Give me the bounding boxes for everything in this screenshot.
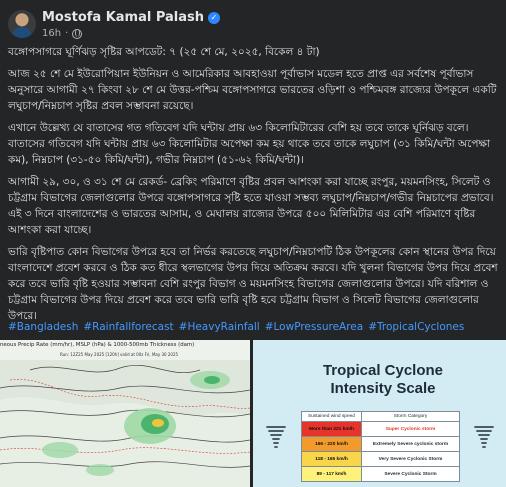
meta-separator: · [65,28,69,39]
cyclone-scale-image[interactable]: Tropical Cyclone Intensity Scale Sustain… [253,340,506,487]
cyclone-icon [474,426,494,448]
scale-header-row: Sustained wind speed Storm Category [301,411,460,422]
hashtag-list: #Bangladesh #Rainfallforecast #HeavyRain… [8,320,464,334]
forecast-map-image[interactable]: neous Precip Rate (mm/hr), MSLP (hPa) & … [0,340,250,487]
scale-title: Tropical Cyclone Intensity Scale [322,362,444,397]
scale-row: 89 - 117 km/h Severe Cyclonic Storm [301,466,460,482]
facebook-post: Mostofa Kamal Palash ✓ 16h · বঙ্গোপসাগরে… [0,0,506,487]
hashtag-link[interactable]: #Rainfallforecast [83,320,173,334]
scale-speed: 166 - 220 km/h [301,436,362,452]
hashtag-link[interactable]: #LowPressureArea [265,320,363,334]
map-title: neous Precip Rate (mm/hr), MSLP (hPa) & … [0,342,195,348]
scale-speed: More than 221 km/h [301,421,362,437]
verified-badge-icon: ✓ [208,11,221,24]
post-body: বঙ্গোপসাগরে ঘূর্ণিঝড় সৃষ্টির আপডেট: ৭ (… [8,44,502,330]
post-images: neous Precip Rate (mm/hr), MSLP (hPa) & … [0,340,506,487]
forecast-map-graphic [0,340,250,487]
map-subtitle: Run: 12Z25 May 2025 [120h] valid at 00z … [60,352,179,357]
scale-speed: 118 - 165 km/h [301,451,362,467]
hashtag-link[interactable]: #Bangladesh [8,320,78,334]
post-meta: 16h · [42,28,83,39]
scale-category: Super Cyclonic storm [361,421,460,437]
post-paragraph-1: বঙ্গোপসাগরে ঘূর্ণিঝড় সৃষ্টির আপডেট: ৭ (… [8,46,320,58]
scale-header-speed: Sustained wind speed [301,411,362,422]
post-header: Mostofa Kamal Palash ✓ 16h · [0,0,506,46]
scale-speed: 89 - 117 km/h [301,466,362,482]
scale-row: 118 - 165 km/h Very Severe Cyclonic Stor… [301,451,460,467]
scale-category: Severe Cyclonic Storm [361,466,460,482]
avatar[interactable] [8,10,36,38]
post-paragraph-4: আগামী ২৯, ৩০, ও ৩১ শে মে রেকর্ড- ব্রেকিং… [8,176,494,236]
post-paragraph-5: ভারি বৃষ্টিপাত কোন বিভাগের উপরে হবে তা ন… [8,246,498,322]
scale-row: More than 221 km/h Super Cyclonic storm [301,421,460,437]
post-paragraph-3: এখানে উল্লেখ্য যে বাতাসের গত গতিবেগ যদি … [8,122,491,166]
hashtag-link[interactable]: #TropicalCyclones [368,320,464,334]
scale-table: Sustained wind speed Storm Category More… [301,411,460,482]
scale-header-category: Storm Category [361,411,460,422]
author-name[interactable]: Mostofa Kamal Palash [42,10,204,25]
hashtag-link[interactable]: #HeavyRainfall [179,320,260,334]
globe-icon[interactable] [72,28,83,39]
post-paragraph-2: আজ ২৫ শে মে ইউরোপিয়ান ইউনিয়ন ও আমেরিকা… [8,68,497,112]
cyclone-icon [266,426,286,448]
post-time[interactable]: 16h [42,28,61,39]
scale-category: Very Severe Cyclonic Storm [361,451,460,467]
scale-row: 166 - 220 km/h Extremely Severe cyclonic… [301,436,460,452]
scale-category: Extremely Severe cyclonic storm [361,436,460,452]
author-row: Mostofa Kamal Palash ✓ [42,10,221,25]
